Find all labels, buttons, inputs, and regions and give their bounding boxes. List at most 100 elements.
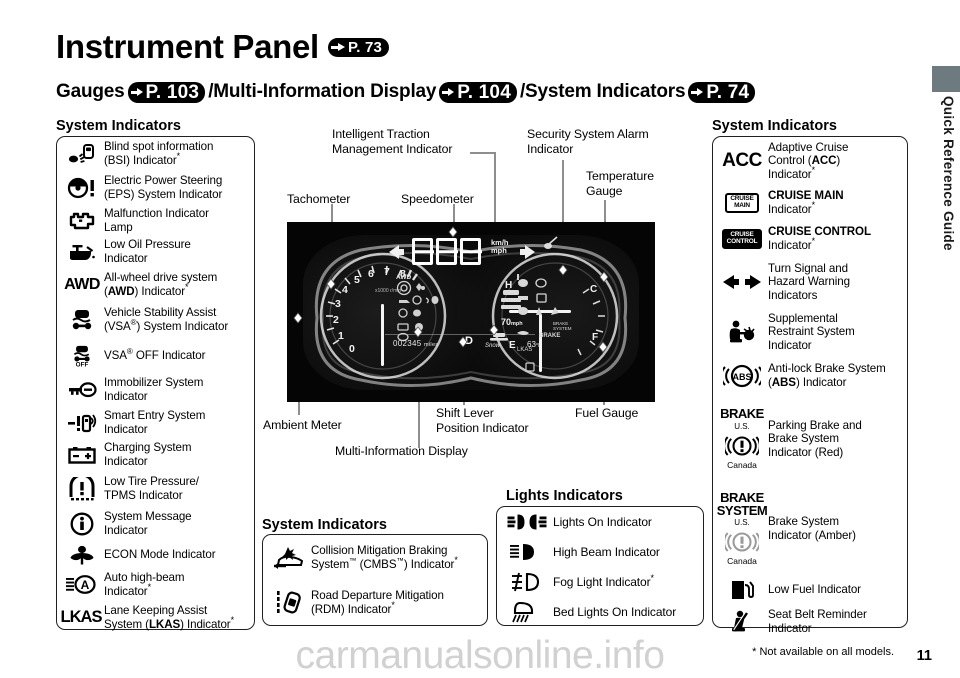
page-title-text: Instrument Panel (56, 28, 319, 65)
lights-indicators-box: Lights On Indicator High Beam Indicator … (496, 506, 704, 626)
brake-us-label: U.S. (734, 421, 750, 431)
indicator-row-vsa: Vehicle Stability Assist (VSA®) System In… (57, 302, 254, 338)
arrow-right-icon (130, 86, 144, 99)
indicator-label-oil: Low Oil Pressure Indicator (104, 238, 191, 265)
brake-system-canada-label: Canada (727, 555, 757, 566)
page-reference-badge-74[interactable]: P. 74 (688, 81, 756, 103)
brake-us-text: BRAKE (720, 406, 764, 422)
indicator-label-turn-signal: Turn Signal and Hazard Warning Indicators (768, 261, 850, 302)
page-reference-number: P. 103 (145, 81, 200, 103)
indicator-row-awd: AWD All-wheel drive system (AWD) Indicato… (57, 267, 254, 302)
page-reference-number: P. 73 (347, 38, 383, 56)
turn-signal-arrows-icon (716, 273, 768, 291)
indicator-label-acc: Adaptive Cruise Control (ACC) Indicator* (768, 140, 849, 181)
awd-text-icon: AWD (64, 275, 100, 293)
page-reference-badge-73[interactable]: P. 73 (327, 37, 390, 57)
eps-steering-icon (60, 177, 104, 199)
brake-canada-label: Canada (727, 459, 757, 470)
acc-text-icon: ACC (722, 150, 762, 171)
svg-text:ABS: ABS (732, 372, 751, 382)
abs-icon: ABS (716, 363, 768, 389)
indicator-row-brake-amber: BRAKE SYSTEM U.S. Canada Brake System Indi… (713, 483, 907, 575)
indicator-row-seat-belt: Seat Belt Reminder Indicator (713, 605, 907, 639)
indicator-row-eps: Electric Power Steering (EPS) System Indi… (57, 171, 254, 204)
rdm-icon (267, 590, 311, 616)
brake-system-us-label: U.S. (734, 517, 750, 527)
callout-speedometer: Speedometer (401, 192, 474, 206)
indicator-row-lkas: LKAS Lane Keeping Assist System (LKAS) In… (57, 601, 254, 634)
high-beam-icon (501, 543, 553, 561)
cruise-main-badge-icon: CRUISE MAIN (716, 192, 768, 214)
indicator-label-bsi: Blind spot information (BSI) Indicator* (104, 140, 214, 167)
indicator-row-oil: Low Oil Pressure Indicator (57, 237, 254, 267)
page-reference-badge-104[interactable]: P. 104 (439, 81, 517, 103)
indicator-label-mil: Malfunction Indicator Lamp (104, 206, 209, 234)
indicator-label-srs: Supplemental Restraint System Indicator (768, 311, 855, 352)
indicator-label-cruise-control: CRUISE CONTROL Indicator* (768, 225, 871, 252)
indicator-label-fog-light: Fog Light Indicator* (553, 572, 654, 589)
page-reference-badge-103[interactable]: P. 103 (127, 81, 206, 103)
indicator-row-mil: Malfunction Indicator Lamp (57, 204, 254, 237)
sidebar-tab-marker (932, 66, 960, 92)
indicator-label-abs: Anti-lock Brake System (ABS) Indicator (768, 362, 886, 389)
page-title: Instrument Panel P. 73 (56, 28, 390, 66)
callout-tachometer: Tachometer (287, 192, 351, 206)
left-system-indicators-box: Blind spot information (BSI) Indicator* E… (56, 136, 255, 631)
oil-pressure-icon (60, 242, 104, 262)
footnote: * Not available on all models. (752, 646, 894, 658)
indicator-label-vsa: Vehicle Stability Assist (VSA®) System In… (104, 306, 229, 333)
cruise-control-badge-icon: CRUISE CONTROL (716, 228, 768, 250)
indicator-row-system-message: System Message Indicator (57, 507, 254, 540)
fog-light-icon (501, 572, 553, 592)
indicator-label-low-fuel: Low Fuel Indicator (768, 583, 861, 597)
srs-airbag-icon (716, 319, 768, 345)
indicator-label-seat-belt: Seat Belt Reminder Indicator (768, 608, 867, 635)
immobilizer-key-icon (60, 381, 104, 398)
indicator-label-lkas: Lane Keeping Assist System (LKAS) Indicat… (104, 603, 234, 631)
arrow-right-icon (442, 86, 455, 99)
indicator-label-smart-entry: Smart Entry System Indicator (104, 408, 206, 436)
bottom-center-system-indicators-box: Collision Mitigation Braking System™ (CMB… (262, 534, 488, 626)
leader-itm-h (470, 152, 496, 154)
lkas-text-icon: LKAS (60, 608, 103, 626)
right-section-label: System Indicators (712, 118, 837, 134)
sidebar-section-title: Quick Reference Guide (941, 96, 956, 251)
lights-section-label: Lights Indicators (506, 488, 623, 504)
right-system-indicators-box: ACC Adaptive Cruise Control (ACC) Indicato… (712, 136, 908, 635)
page-reference-number: P. 74 (706, 81, 750, 103)
indicator-row-charging: Charging System Indicator (57, 439, 254, 471)
indicator-row-fog-light: Fog Light Indicator* (497, 567, 703, 597)
vsa-off-icon: OFF (60, 345, 104, 367)
indicator-row-cruise-main: CRUISE MAIN CRUISE MAIN Indicator* (713, 185, 907, 221)
indicator-row-smart-entry: Smart Entry System Indicator (57, 406, 254, 439)
indicator-label-system-message: System Message Indicator (104, 509, 192, 537)
brake-canada-symbol (725, 436, 759, 456)
indicator-row-auto-high-beam: A Auto high-beam Indicator* (57, 569, 254, 601)
indicator-row-bed-lights: Bed Lights On Indicator (497, 597, 703, 627)
bsi-icon (60, 143, 104, 165)
lights-on-icon (501, 513, 553, 531)
indicator-row-brake-red: BRAKE U.S. Canada Parking Brake and Brake… (713, 395, 907, 483)
indicator-label-cmbs: Collision Mitigation Braking System™ (CMB… (311, 544, 458, 571)
tpms-icon (60, 477, 104, 501)
battery-charging-icon (60, 445, 104, 465)
indicator-row-cruise-control: CRUISE CONTROL CRUISE CONTROL Indicator* (713, 221, 907, 257)
left-section-label: System Indicators (56, 118, 181, 134)
indicator-label-auto-high-beam: Auto high-beam Indicator* (104, 571, 185, 598)
indicator-label-immobilizer: Immobilizer System Indicator (104, 375, 204, 403)
svg-text:OFF: OFF (76, 361, 89, 366)
brake-system-amber-icon: BRAKE SYSTEM U.S. Canada (716, 490, 768, 566)
callout-ambient-meter: Ambient Meter (263, 418, 342, 432)
auto-high-beam-icon: A (60, 575, 104, 595)
callout-security-alarm: Security System Alarm Indicator (527, 127, 649, 156)
indicator-label-bed-lights: Bed Lights On Indicator (553, 604, 677, 619)
seat-belt-icon (716, 610, 768, 634)
econ-leaf-icon (60, 545, 104, 565)
info-message-icon (60, 512, 104, 536)
page-number: 11 (916, 648, 932, 664)
callout-shift-lever: Shift Lever Position Indicator (436, 406, 529, 435)
indicator-label-tpms: Low Tire Pressure/TPMS Indicator (104, 475, 199, 502)
indicator-row-vsa-off: OFF VSA® OFF Indicator (57, 338, 254, 373)
brake-system-us-text: BRAKE SYSTEM (716, 490, 768, 518)
subtitle: Gauges P. 103 /Multi-Information Display… (56, 81, 756, 103)
